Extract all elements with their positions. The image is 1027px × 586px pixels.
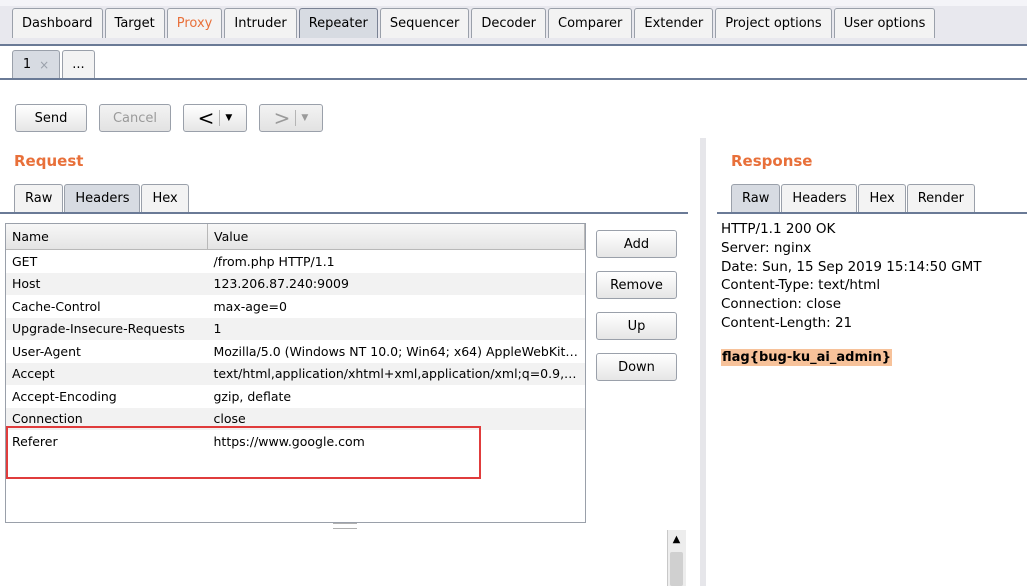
header-value-cell[interactable]: 123.206.87.240:9009 xyxy=(207,272,585,295)
divider xyxy=(219,110,221,126)
request-tab-headers[interactable]: Headers xyxy=(64,184,141,212)
response-tab-raw[interactable]: Raw xyxy=(731,184,781,212)
table-row[interactable]: Accept text/html,application/xhtml+xml,a… xyxy=(6,362,585,385)
tab-extender[interactable]: Extender xyxy=(634,8,714,38)
referer-highlight-box xyxy=(6,426,481,479)
response-flag-text: flag{bug-ku_ai_admin} xyxy=(721,349,892,366)
table-row[interactable]: Host 123.206.87.240:9009 xyxy=(6,272,585,295)
new-tab-button[interactable]: ... xyxy=(62,50,95,78)
scrollbar-thumb[interactable] xyxy=(670,552,683,586)
table-row[interactable]: GET /from.php HTTP/1.1 xyxy=(6,250,585,273)
tab-sequencer[interactable]: Sequencer xyxy=(379,8,470,38)
remove-button[interactable]: Remove xyxy=(596,271,677,299)
tab-intruder[interactable]: Intruder xyxy=(224,8,297,38)
panel-splitter[interactable] xyxy=(700,138,706,586)
request-tab-raw[interactable]: Raw xyxy=(14,184,64,212)
up-button[interactable]: Up xyxy=(596,312,677,340)
response-tabs: Raw Headers Hex Render xyxy=(731,184,976,212)
divider xyxy=(295,110,297,126)
repeater-tab-bar: 1 × ... xyxy=(0,46,1027,80)
top-strip xyxy=(0,0,1027,6)
tab-repeater[interactable]: Repeater xyxy=(298,8,378,38)
scrollbar[interactable]: ▲ xyxy=(667,530,686,586)
request-title: Request xyxy=(14,152,84,170)
table-row[interactable]: User-Agent Mozilla/5.0 (Windows NT 10.0;… xyxy=(6,340,585,363)
tab-dashboard[interactable]: Dashboard xyxy=(12,8,103,38)
header-name-cell[interactable]: Cache-Control xyxy=(6,295,208,318)
chevron-left-icon: < xyxy=(197,106,215,130)
response-tab-rule xyxy=(717,212,1027,214)
response-tab-render[interactable]: Render xyxy=(906,184,975,212)
response-status-line: HTTP/1.1 200 OK xyxy=(721,221,836,237)
tab-comparer[interactable]: Comparer xyxy=(548,8,633,38)
header-value-cell[interactable]: /from.php HTTP/1.1 xyxy=(208,250,585,273)
request-tab-hex[interactable]: Hex xyxy=(141,184,189,212)
chevron-down-icon: ▼ xyxy=(225,113,233,123)
cancel-button[interactable]: Cancel xyxy=(99,104,171,132)
header-name-cell[interactable]: Host xyxy=(6,272,208,295)
repeater-tab-label: 1 xyxy=(22,57,32,72)
main-tabs: Dashboard Target Proxy Intruder Repeater… xyxy=(12,8,937,40)
repeater-tab-1[interactable]: 1 × xyxy=(12,50,60,78)
send-button[interactable]: Send xyxy=(15,104,87,132)
chevron-right-icon: > xyxy=(273,106,291,130)
add-button[interactable]: Add xyxy=(596,230,677,258)
main-tab-bar: Dashboard Target Proxy Intruder Repeater… xyxy=(0,0,1027,46)
tab-user-options[interactable]: User options xyxy=(833,8,936,38)
close-icon[interactable]: × xyxy=(39,58,49,72)
tab-target[interactable]: Target xyxy=(104,8,165,38)
header-value-cell[interactable]: Mozilla/5.0 (Windows NT 10.0; Win64; x64… xyxy=(208,340,585,363)
response-tab-hex[interactable]: Hex xyxy=(858,184,906,212)
response-header-line: Content-Type: text/html xyxy=(721,277,881,294)
table-row[interactable]: Accept-Encoding gzip, deflate xyxy=(6,385,585,408)
response-header-line: Server: nginx xyxy=(721,239,812,256)
response-tab-headers[interactable]: Headers xyxy=(781,184,858,212)
header-name-cell[interactable]: Accept xyxy=(6,362,208,385)
request-tab-rule xyxy=(0,212,688,214)
header-name-cell[interactable]: User-Agent xyxy=(6,340,208,363)
header-value-cell[interactable]: 1 xyxy=(207,317,585,340)
back-button[interactable]: < ▼ xyxy=(183,104,247,132)
column-header-name[interactable]: Name xyxy=(6,224,208,250)
response-header-line: Date: Sun, 15 Sep 2019 15:14:50 GMT xyxy=(721,258,982,275)
header-name-cell[interactable]: GET xyxy=(6,250,208,273)
header-name-cell[interactable]: Upgrade-Insecure-Requests xyxy=(6,317,208,340)
forward-button[interactable]: > ▼ xyxy=(259,104,323,132)
tab-project-options[interactable]: Project options xyxy=(715,8,832,38)
request-tabs: Raw Headers Hex xyxy=(14,184,190,212)
scroll-up-arrow-icon[interactable]: ▲ xyxy=(668,532,685,548)
table-row[interactable]: Upgrade-Insecure-Requests 1 xyxy=(6,317,585,340)
response-body[interactable]: HTTP/1.1 200 OK Server: nginx Date: Sun,… xyxy=(721,220,982,333)
down-button[interactable]: Down xyxy=(596,353,677,381)
header-value-cell[interactable]: max-age=0 xyxy=(208,295,585,318)
column-header-value[interactable]: Value xyxy=(207,224,585,250)
response-header-line: Content-Length: 21 xyxy=(721,314,853,331)
header-name-cell[interactable]: Accept-Encoding xyxy=(6,385,208,408)
header-value-cell[interactable]: gzip, deflate xyxy=(208,385,585,408)
tab-decoder[interactable]: Decoder xyxy=(471,8,547,38)
response-title: Response xyxy=(731,152,813,170)
tab-proxy[interactable]: Proxy xyxy=(166,8,223,38)
response-header-line: Connection: close xyxy=(721,296,841,313)
chevron-down-icon: ▼ xyxy=(301,113,309,123)
header-value-cell[interactable]: text/html,application/xhtml+xml,applicat… xyxy=(207,362,585,385)
table-row[interactable]: Cache-Control max-age=0 xyxy=(6,295,585,318)
resize-grip[interactable] xyxy=(333,523,357,529)
